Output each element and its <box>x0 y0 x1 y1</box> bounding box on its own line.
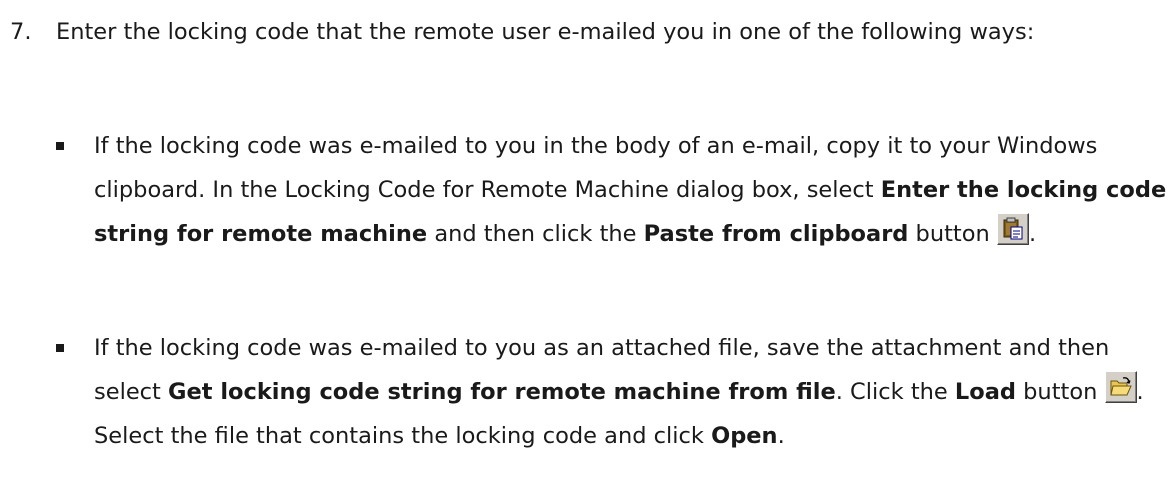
step-intro: Enter the locking code that the remote u… <box>56 19 1035 45</box>
step-number: 7. <box>10 19 32 45</box>
list-item-text: If the locking code was e-mailed to you … <box>94 326 1170 458</box>
text: . Click the <box>835 379 955 405</box>
text: button <box>908 221 997 247</box>
text: and then click the <box>427 221 644 247</box>
button-name: Paste from clipboard <box>643 221 909 247</box>
button-name: Load <box>954 379 1016 405</box>
load-file-icon <box>1104 371 1137 403</box>
text: . <box>777 423 785 449</box>
bullet-marker <box>56 142 64 150</box>
paste-from-clipboard-icon <box>996 213 1029 245</box>
text: button <box>1016 379 1105 405</box>
button-name: Open <box>711 423 778 449</box>
bullet-marker <box>56 344 64 352</box>
option-label: Get locking code string for remote machi… <box>168 379 836 405</box>
list-item-text: If the locking code was e-mailed to you … <box>94 124 1170 256</box>
text: . <box>1028 221 1037 247</box>
